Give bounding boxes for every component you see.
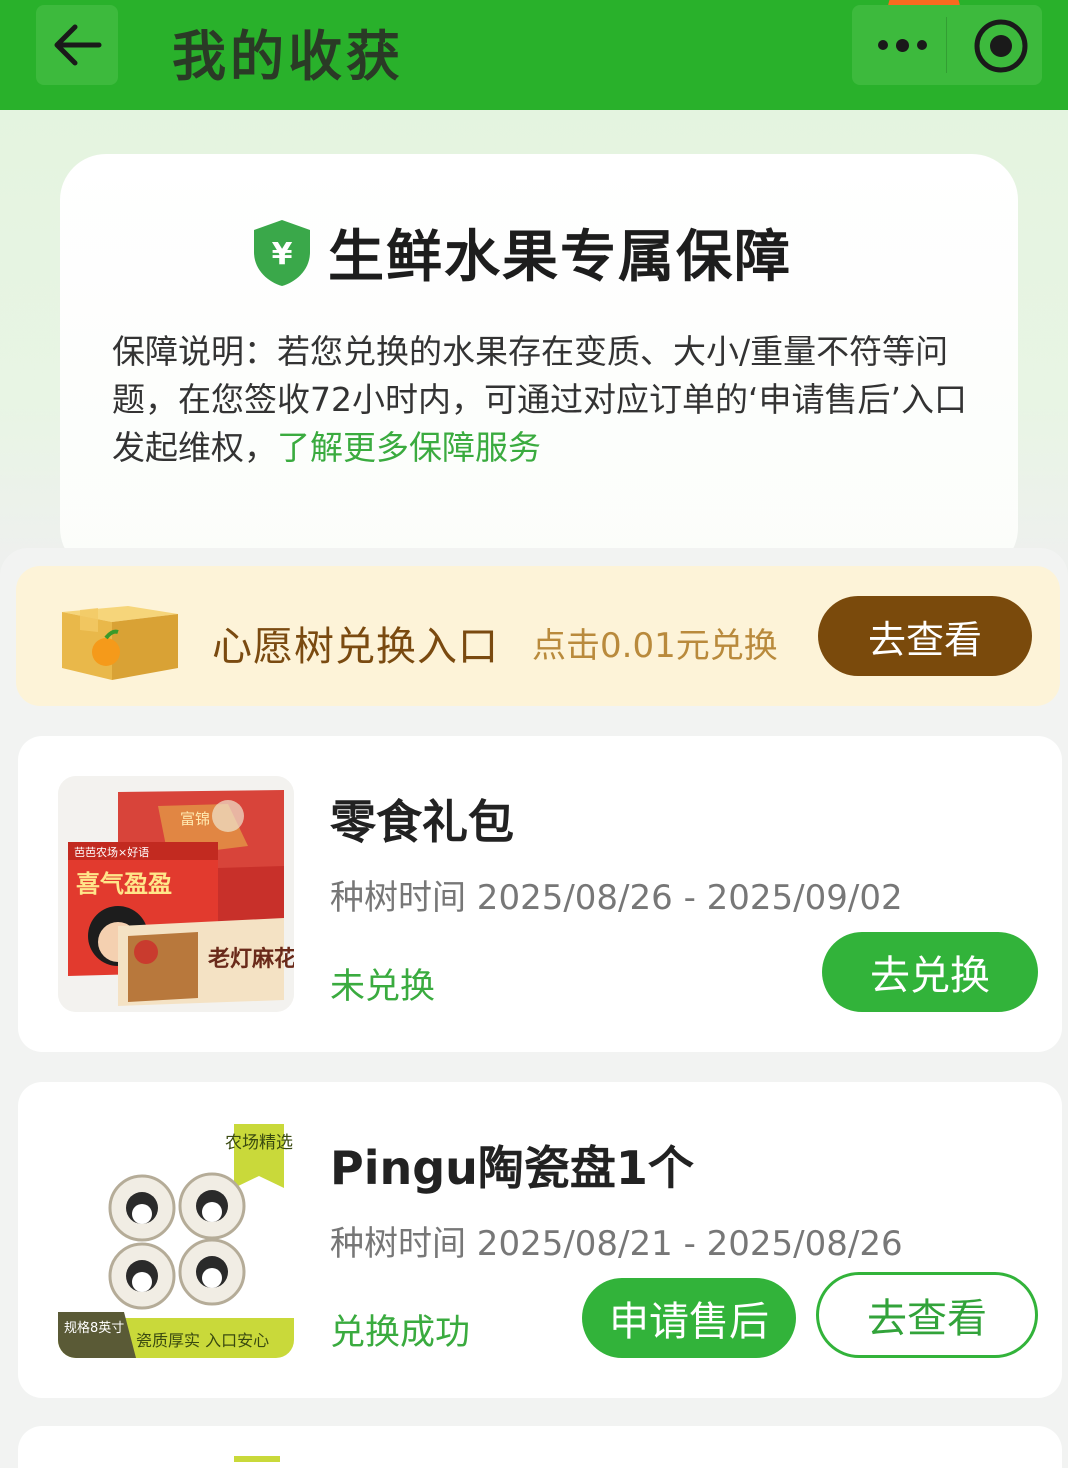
harvest-item-card: 农场精选 规格8英寸 瓷质厚实 入口安心 Pingu陶瓷盘1个 种树时间 202… [18,1082,1062,1398]
thumb-side-text: 富锦 [180,810,210,828]
thumb-slogan-text: 瓷质厚实 入口安心 [136,1331,269,1350]
redeem-button[interactable]: 去兑换 [822,932,1038,1012]
page-title: 我的收获 [172,25,404,88]
item-name: 零食礼包 [330,795,514,849]
more-dots-icon[interactable] [872,33,932,57]
thumb-tag-text: 农场精选 [225,1133,293,1153]
thumb-box-title: 喜气盈盈 [76,870,172,898]
protection-description: 保障说明：若您兑换的水果存在变质、大小/重量不符等问题，在您签收72小时内，可通… [112,328,972,472]
partial-thumb-tag [234,1456,280,1462]
item-status: 兑换成功 [330,1313,471,1353]
ceramic-plate-thumbnail: 农场精选 规格8英寸 瓷质厚实 入口安心 [58,1122,294,1358]
shield-symbol: ¥ [272,237,293,272]
protection-title: 生鲜水果专属保障 [328,225,792,290]
wish-entry-subtitle: 点击0.01元兑换 [532,626,778,666]
target-circle-icon[interactable] [972,17,1030,75]
protection-title-row: ¥ 生鲜水果专属保障 [250,212,792,293]
item-status: 未兑换 [330,967,436,1007]
after-sales-button[interactable]: 申请售后 [582,1278,796,1358]
learn-more-link[interactable]: 了解更多保障服务 [277,428,541,467]
back-button[interactable] [36,5,118,85]
top-navigation-bar: 我的收获 [0,0,1068,110]
item-name: Pingu陶瓷盘1个 [330,1141,694,1195]
thumb-brand-text: 芭芭农场×好语 [74,845,149,859]
snack-gift-thumbnail: 富锦 芭芭农场×好语 喜气盈盈 老灯麻花 [58,776,294,1012]
wish-entry-title: 心愿树兑换入口 [212,624,499,670]
wish-view-button[interactable]: 去查看 [818,596,1032,676]
protection-card: ¥ 生鲜水果专属保障 保障说明：若您兑换的水果存在变质、大小/重量不符等问题，在… [60,154,1018,574]
gift-box-icon [62,606,178,680]
item-plant-time: 种树时间 2025/08/21 - 2025/08/26 [330,1224,903,1264]
harvest-item-card: 富锦 芭芭农场×好语 喜气盈盈 老灯麻花 零食礼包 种树时间 2025/08/2… [18,736,1062,1052]
thumb-spec-text: 规格8英寸 [64,1320,124,1336]
capsule-divider [946,17,947,73]
thumb-snack-text: 老灯麻花 [207,946,294,972]
harvest-item-card-partial [18,1426,1062,1468]
shield-icon: ¥ [254,219,310,286]
view-order-button[interactable]: 去查看 [816,1272,1038,1358]
arrow-left-icon [54,24,102,66]
item-plant-time: 种树时间 2025/08/26 - 2025/09/02 [330,878,903,918]
wish-tree-entry-bar[interactable]: 心愿树兑换入口 点击0.01元兑换 去查看 [16,566,1060,706]
mini-program-capsule [852,5,1042,85]
